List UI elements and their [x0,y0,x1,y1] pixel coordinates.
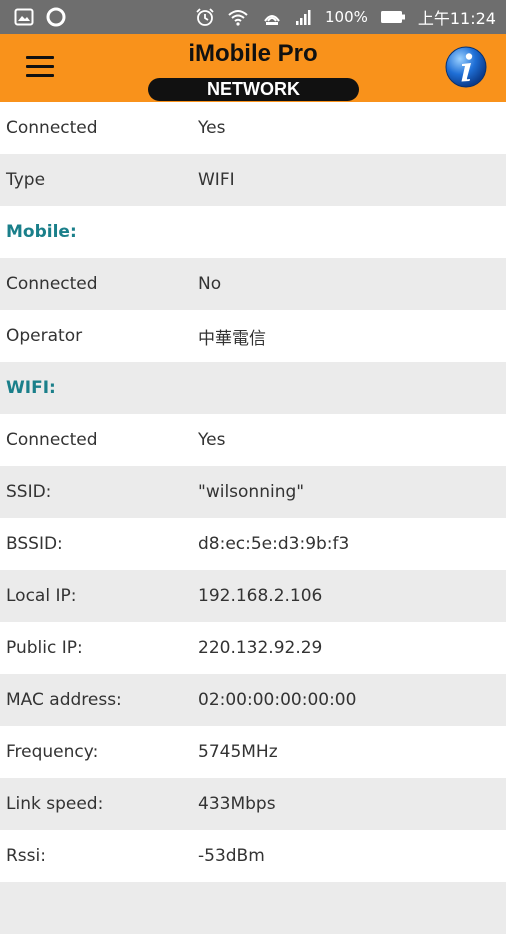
battery-icon [380,11,405,23]
info-row: BSSID: d8:ec:5e:d3:9b:f3 [0,518,506,570]
alarm-icon [196,8,214,26]
status-left-icons [14,7,66,27]
info-label: BSSID: [6,534,63,554]
section-label: NETWORK [148,78,359,101]
info-row: Link speed: 433Mbps [0,778,506,830]
battery-percent: 100% [324,8,368,26]
info-value: 中華電信 [198,328,266,349]
section-header-label: WIFI: [6,378,56,398]
info-value: 220.132.92.29 [198,638,323,658]
app-title: iMobile Pro [188,40,318,67]
info-value: 02:00:00:00:00:00 [198,690,357,710]
info-value: -53dBm [198,846,265,866]
info-row: MAC address: 02:00:00:00:00:00 [0,674,506,726]
info-row: Connected Yes [0,102,506,154]
info-value: Yes [198,430,226,450]
section-header-row: WIFI: [0,362,506,414]
info-label: Connected [6,274,98,294]
info-row: Rssi: -53dBm [0,830,506,882]
info-value: Yes [198,118,226,138]
info-row: Connected No [0,258,506,310]
status-right-icons: 100% 上午11:24 [195,5,496,29]
info-label: Type [6,170,46,190]
circle-icon [46,7,66,27]
hotspot-icon [264,15,280,25]
info-label: MAC address: [6,690,122,710]
image-icon [14,8,34,26]
info-value: d8:ec:5e:d3:9b:f3 [198,534,350,554]
info-row: SSID: "wilsonning" [0,466,506,518]
info-icon[interactable] [444,45,488,89]
info-value: 192.168.2.106 [198,586,323,606]
section-header-row: Mobile: [0,206,506,258]
info-value: No [198,274,222,294]
info-value: "wilsonning" [198,482,305,502]
info-label: Public IP: [6,638,83,658]
info-label: Local IP: [6,586,77,606]
info-row: Local IP: 192.168.2.106 [0,570,506,622]
info-label: Connected [6,118,98,138]
info-value: 433Mbps [198,794,276,814]
info-label: Rssi: [6,846,46,866]
info-label: Operator [6,326,83,346]
network-info-list: Connected Yes Type WIFI Mobile: Connected No Op… [0,102,506,934]
info-label: Link speed: [6,794,104,814]
info-label: Connected [6,430,98,450]
app-bar: iMobile Pro NETWORK [0,34,506,102]
info-row: Frequency: 5745MHz [0,726,506,778]
info-row [0,882,506,934]
info-row: Type WIFI [0,154,506,206]
info-value: 5745MHz [198,742,278,762]
status-bar: 100% 上午11:24 [0,0,506,34]
clock: 上午11:24 [417,9,496,28]
info-label: Frequency: [6,742,99,762]
wifi-icon [228,10,248,26]
section-header-label: Mobile: [6,222,77,242]
info-row: Operator 中華電信 [0,310,506,362]
info-label: SSID: [6,482,52,502]
info-row: Public IP: 220.132.92.29 [0,622,506,674]
signal-icon [295,10,311,25]
info-row: Connected Yes [0,414,506,466]
info-value: WIFI [198,170,235,190]
